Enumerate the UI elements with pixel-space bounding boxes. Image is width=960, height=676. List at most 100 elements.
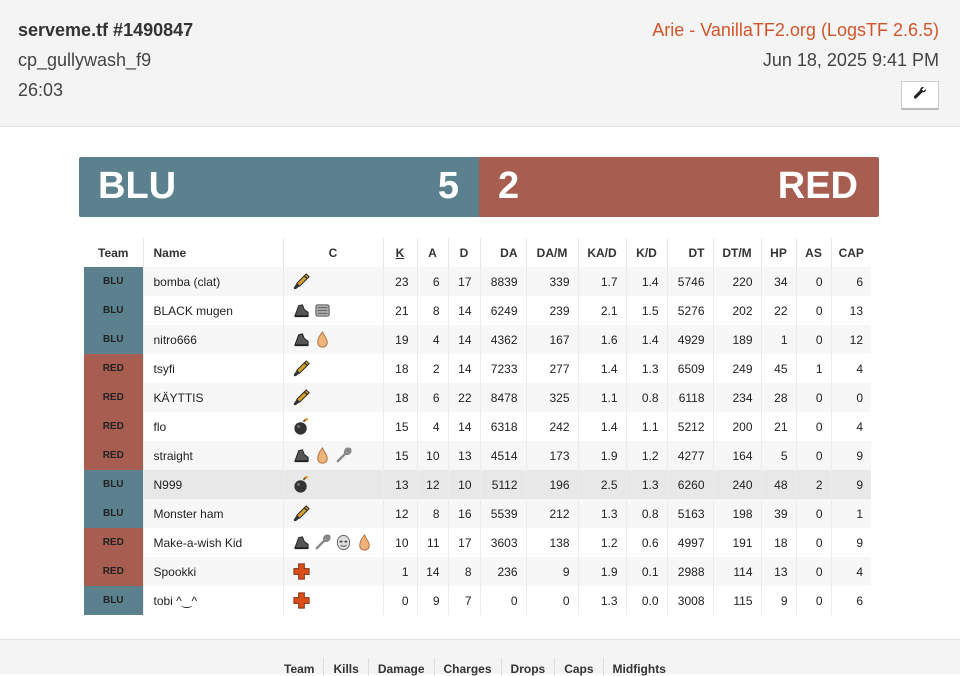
spy-icon xyxy=(334,533,353,552)
demoman-icon xyxy=(292,475,311,494)
col-name[interactable]: Name xyxy=(142,238,283,267)
stat-d: 10 xyxy=(447,470,480,499)
stat-da: 6249 xyxy=(479,296,526,325)
stat-d: 8 xyxy=(447,557,480,586)
table-row[interactable]: BLU bomba (clat) 23 6 17 8839 339 1.7 1.4 5746 220… xyxy=(84,267,871,296)
col-team[interactable]: Team xyxy=(84,238,143,267)
player-stats-table: Team Name C K A D DA DA/M KA/D K/D DT DT… xyxy=(84,238,871,615)
match-duration: 26:03 xyxy=(18,80,64,100)
col-kills[interactable]: K xyxy=(382,238,417,267)
stat-hp: 5 xyxy=(760,441,796,470)
col-kad[interactable]: KA/D xyxy=(577,238,626,267)
stat-cap: 4 xyxy=(830,354,871,383)
player-name[interactable]: straight xyxy=(142,441,283,470)
stat-k: 12 xyxy=(382,499,417,528)
tools-button[interactable] xyxy=(901,81,939,110)
player-name[interactable]: Spookki xyxy=(142,557,283,586)
player-classes xyxy=(282,412,383,441)
table-header-row: Team Name C K A D DA DA/M KA/D K/D DT DT… xyxy=(84,238,871,267)
stat-cap: 13 xyxy=(830,296,871,325)
blu-score-panel: BLU 5 xyxy=(79,157,479,217)
stat-kd: 1.5 xyxy=(625,296,667,325)
pyro-icon xyxy=(355,533,374,552)
stat-kd: 1.1 xyxy=(625,412,667,441)
table-row[interactable]: RED straight 15 10 13 4514 173 1.9 1.2 4277 164 5 0 9 xyxy=(84,441,871,470)
col-deaths[interactable]: D xyxy=(447,238,480,267)
tab-charges[interactable]: Charges xyxy=(433,658,501,676)
player-name[interactable]: tobi ^‿^ xyxy=(142,586,283,615)
stat-hp: 48 xyxy=(760,470,796,499)
stat-dt: 6118 xyxy=(666,383,713,412)
stat-kad: 1.2 xyxy=(577,528,626,557)
table-row[interactable]: RED KÄYTTIS 18 6 22 8478 325 1.1 0.8 6118 234 28 0 0 xyxy=(84,383,871,412)
table-row[interactable]: BLU N999 13 12 10 5112 196 2.5 1.3 6260 240 48 2 9 xyxy=(84,470,871,499)
col-dt-per-min[interactable]: DT/M xyxy=(712,238,761,267)
player-classes xyxy=(282,470,383,499)
player-name[interactable]: Monster ham xyxy=(142,499,283,528)
player-name[interactable]: BLACK mugen xyxy=(142,296,283,325)
stat-cap: 1 xyxy=(830,499,871,528)
col-assists[interactable]: A xyxy=(416,238,448,267)
pyro-icon xyxy=(313,330,332,349)
tab-caps[interactable]: Caps xyxy=(554,658,602,676)
team-badge: BLU xyxy=(84,325,143,354)
stat-a: 2 xyxy=(416,354,448,383)
stat-d: 14 xyxy=(447,412,480,441)
player-name[interactable]: tsyfi xyxy=(142,354,283,383)
table-body: BLU bomba (clat) 23 6 17 8839 339 1.7 1.4 5746 220… xyxy=(84,267,871,615)
table-row[interactable]: RED Make-a-wish Kid 10 11 17 3603 138 1.2 0.6 499… xyxy=(84,528,871,557)
col-airshots[interactable]: AS xyxy=(795,238,831,267)
table-row[interactable]: BLU tobi ^‿^ 0 9 7 0 0 1.3 0.0 3008 115 9 0 6 xyxy=(84,586,871,615)
player-name[interactable]: N999 xyxy=(142,470,283,499)
player-name[interactable]: nitro666 xyxy=(142,325,283,354)
table-row[interactable]: RED tsyfi 18 2 14 7233 277 1.4 1.3 6509 249 45 1 4 xyxy=(84,354,871,383)
player-classes xyxy=(282,296,383,325)
tab-kills[interactable]: Kills xyxy=(323,658,367,676)
stat-dtm: 189 xyxy=(712,325,761,354)
stat-dam: 339 xyxy=(525,267,578,296)
stat-da: 4514 xyxy=(479,441,526,470)
tab-midfights[interactable]: Midfights xyxy=(602,658,675,676)
medic-icon xyxy=(292,272,311,291)
stat-dam: 9 xyxy=(525,557,578,586)
table-row[interactable]: RED flo 15 4 14 6318 242 1.4 1.1 5212 200 21 0 4 xyxy=(84,412,871,441)
player-classes xyxy=(282,441,383,470)
col-kd[interactable]: K/D xyxy=(625,238,667,267)
team-badge: RED xyxy=(84,441,143,470)
tab-team[interactable]: Team xyxy=(275,658,323,676)
stat-kd: 1.2 xyxy=(625,441,667,470)
col-class[interactable]: C xyxy=(282,238,383,267)
player-name[interactable]: Make-a-wish Kid xyxy=(142,528,283,557)
player-name[interactable]: flo xyxy=(142,412,283,441)
stat-as: 0 xyxy=(795,296,831,325)
log-meta: Arie - VanillaTF2.org (LogsTF 2.6.5) Jun… xyxy=(652,20,939,72)
stat-as: 0 xyxy=(795,586,831,615)
col-healthpacks[interactable]: HP xyxy=(760,238,796,267)
stat-hp: 28 xyxy=(760,383,796,412)
table-row[interactable]: BLU BLACK mugen 21 8 14 6249 239 2.1 1.5 5276 202 2… xyxy=(84,296,871,325)
player-name[interactable]: bomba (clat) xyxy=(142,267,283,296)
stat-a: 6 xyxy=(416,383,448,412)
table-row[interactable]: RED Spookki 1 14 8 236 9 1.9 0.1 2988 114 13 0 4 xyxy=(84,557,871,586)
stat-dtm: 202 xyxy=(712,296,761,325)
stat-hp: 39 xyxy=(760,499,796,528)
table-row[interactable]: BLU Monster ham 12 8 16 5539 212 1.3 0.8 5163 198 3… xyxy=(84,499,871,528)
tab-drops[interactable]: Drops xyxy=(500,658,555,676)
player-name[interactable]: KÄYTTIS xyxy=(142,383,283,412)
stat-cap: 9 xyxy=(830,528,871,557)
stat-k: 23 xyxy=(382,267,417,296)
table-row[interactable]: BLU nitro666 19 4 14 4362 167 1.6 1.4 4929 189 1 0 12 xyxy=(84,325,871,354)
demoman-icon xyxy=(292,417,311,436)
stat-hp: 34 xyxy=(760,267,796,296)
stat-k: 10 xyxy=(382,528,417,557)
col-damage[interactable]: DA xyxy=(479,238,526,267)
stat-cap: 0 xyxy=(830,383,871,412)
stat-a: 4 xyxy=(416,412,448,441)
stat-da: 0 xyxy=(479,586,526,615)
col-caps[interactable]: CAP xyxy=(830,238,871,267)
stat-dtm: 164 xyxy=(712,441,761,470)
col-dam-per-min[interactable]: DA/M xyxy=(525,238,578,267)
col-damage-taken[interactable]: DT xyxy=(666,238,713,267)
tab-damage[interactable]: Damage xyxy=(367,658,434,676)
log-source-link[interactable]: Arie - VanillaTF2.org (LogsTF 2.6.5) xyxy=(652,20,939,42)
